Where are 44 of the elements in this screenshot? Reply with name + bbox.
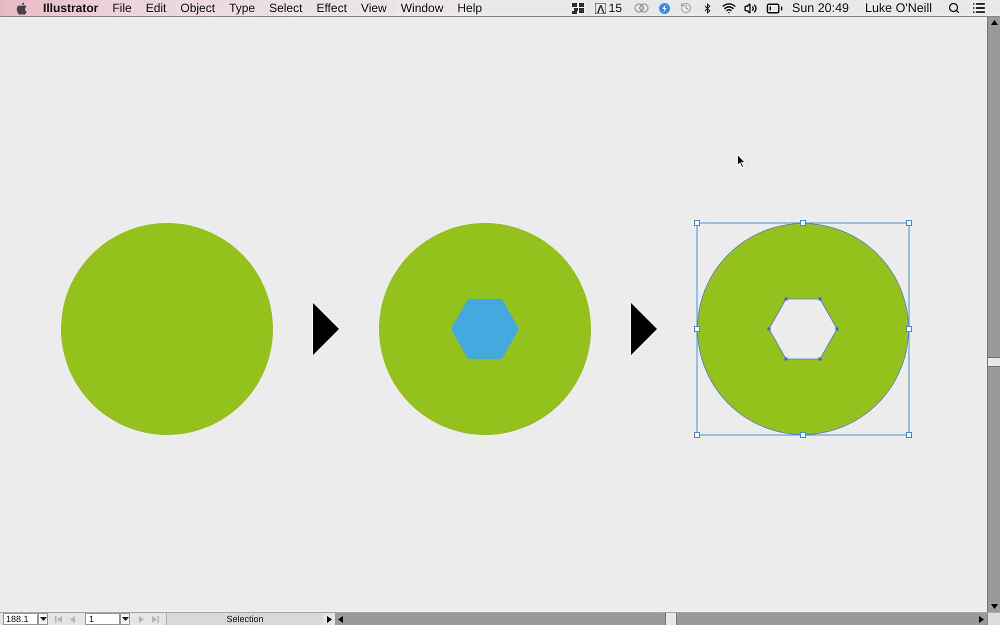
scroll-right-icon[interactable] (979, 616, 984, 622)
menu-item[interactable]: Edit (138, 0, 174, 16)
caret-icon (40, 617, 46, 621)
menu-item[interactable]: Select (262, 0, 310, 16)
app-menu[interactable]: Illustrator (36, 0, 106, 16)
volume-icon[interactable] (744, 2, 757, 14)
menu-item[interactable]: View (354, 0, 394, 16)
caret-icon (122, 617, 128, 621)
menu-item[interactable]: Window (394, 0, 450, 16)
bluetooth-icon[interactable] (702, 2, 713, 14)
horizontal-scrollbar[interactable] (335, 613, 987, 625)
badge-count: 15 (608, 0, 622, 16)
user-name[interactable]: Luke O'Neill (865, 0, 932, 16)
list-icon[interactable] (972, 1, 986, 15)
lightning-circle-icon[interactable] (659, 2, 670, 14)
zoom-dropdown-button[interactable] (38, 613, 48, 625)
menu-item[interactable]: Type (222, 0, 262, 16)
scroll-left-icon[interactable] (338, 616, 343, 622)
menu-item[interactable]: File (105, 0, 139, 16)
scroll-up-icon[interactable] (990, 20, 998, 25)
page-dropdown-button[interactable] (120, 613, 130, 625)
page-field[interactable]: 1 (85, 613, 120, 625)
next-page-icon (138, 616, 144, 622)
search-icon[interactable] (948, 2, 960, 14)
slanted-a-logo-icon[interactable] (594, 2, 606, 14)
menu-item[interactable]: Object (173, 0, 222, 16)
vertical-scrollbar[interactable] (987, 17, 1000, 612)
apple-icon[interactable] (16, 2, 27, 14)
blocks-icon[interactable] (572, 2, 585, 14)
scrollbar-thumb[interactable] (665, 613, 677, 625)
first-page-icon (54, 616, 62, 622)
zoom-field[interactable]: 188.1 (3, 613, 38, 625)
right-triangle-icon (326, 616, 332, 622)
last-page-icon (152, 616, 158, 622)
menu-item[interactable]: Effect (309, 0, 354, 16)
menu-item[interactable]: Help (450, 0, 490, 16)
previous-page-icon (68, 616, 76, 622)
menu-clock[interactable]: Sun 20:49 (792, 0, 849, 16)
scrollbar-thumb[interactable] (988, 357, 1000, 367)
status-field: Selection (166, 613, 323, 625)
scroll-down-icon[interactable] (990, 604, 998, 609)
wifi-icon[interactable] (722, 1, 736, 15)
hexagon-shape (451, 299, 519, 359)
mouse-pointer-icon (737, 154, 746, 168)
